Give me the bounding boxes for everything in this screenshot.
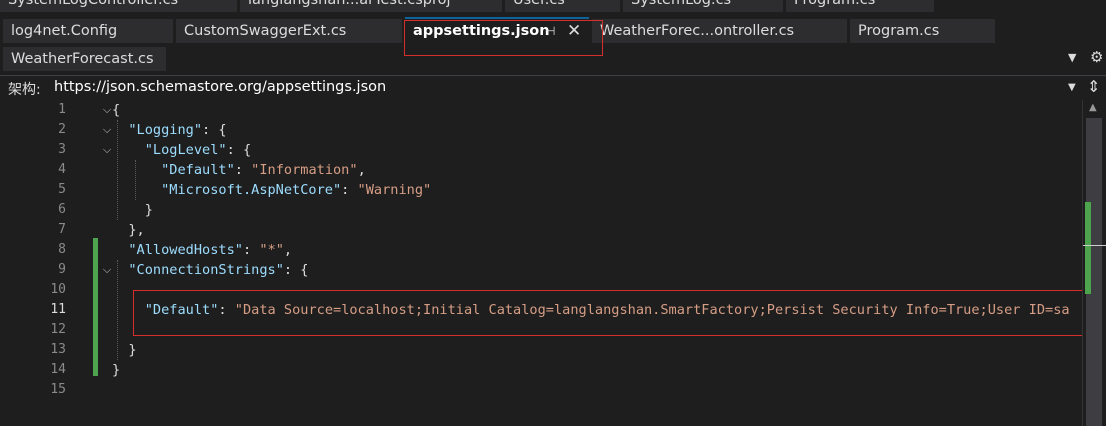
code-line[interactable]: }, xyxy=(112,220,1072,240)
code-line[interactable]: "Default": "Information", xyxy=(112,160,1072,180)
tab-appsettings[interactable]: appsettings.json ⊣ ✕ xyxy=(405,17,589,43)
tab-label: langlangshan...arTest.csproj xyxy=(248,0,451,8)
schema-bar: 架构: https://json.schemastore.org/appsett… xyxy=(0,75,1106,100)
line-number: 12 xyxy=(50,322,66,337)
tab-label: SystemLog.cs xyxy=(631,0,732,8)
split-editor-icon[interactable]: ⇕ xyxy=(1087,77,1100,96)
code-editor[interactable]: ⌵ ⌵ ⌵ ⌵ 1 2 3 4 5 6 7 8 9 10 11 12 13 14 15 { "Logging… xyxy=(0,100,1094,426)
tab-systemlogcontroller[interactable]: SystemLogController.cs xyxy=(0,0,237,12)
line-number: 13 xyxy=(50,342,66,357)
tab-row-2: log4net.Config CustomSwaggerExt.cs appse… xyxy=(0,17,1000,43)
line-number: 1 xyxy=(58,102,66,117)
scrollbar-change-marker xyxy=(1085,202,1091,294)
tab-row-3: WeatherForecast.cs ▼ ⚙ xyxy=(0,47,1106,71)
schema-dropdown-icon[interactable]: ▼ xyxy=(1068,82,1076,93)
line-number: 4 xyxy=(58,162,66,177)
tab-label: CustomSwaggerExt.cs xyxy=(184,23,347,39)
tab-label: appsettings.json xyxy=(413,23,550,39)
code-line[interactable]: { xyxy=(112,100,1072,120)
tab-program-2[interactable]: Program.cs xyxy=(850,19,995,43)
close-icon[interactable]: ✕ xyxy=(567,19,581,43)
line-number: 3 xyxy=(58,142,66,157)
line-number: 2 xyxy=(58,122,66,137)
code-line[interactable]: } xyxy=(112,360,1072,380)
tab-label: User.cs xyxy=(513,0,565,8)
tab-csproj[interactable]: langlangshan...arTest.csproj xyxy=(240,0,502,12)
code-line[interactable]: "AllowedHosts": "*", xyxy=(112,240,1072,260)
change-bar xyxy=(93,238,98,376)
line-number: 9 xyxy=(58,262,66,277)
schema-url[interactable]: https://json.schemastore.org/appsettings… xyxy=(54,79,386,95)
tab-label: Program.cs xyxy=(858,23,940,39)
code-line[interactable]: "LogLevel": { xyxy=(112,140,1072,160)
code-line[interactable]: "Default": "Data Source=localhost;Initia… xyxy=(112,300,1072,320)
tab-weatherforecastcontroller[interactable]: WeatherForec...ontroller.cs xyxy=(592,19,847,43)
tab-weatherforecast[interactable]: WeatherForecast.cs xyxy=(3,47,166,71)
code-line[interactable]: } xyxy=(112,200,1072,220)
schema-label: 架构: xyxy=(8,82,41,98)
tab-label: WeatherForecast.cs xyxy=(11,51,154,67)
code-line[interactable]: "Logging": { xyxy=(112,120,1072,140)
line-number: 5 xyxy=(58,182,66,197)
line-number: 10 xyxy=(50,282,66,297)
line-number: 6 xyxy=(58,202,66,217)
gear-icon[interactable]: ⚙ xyxy=(1090,48,1103,66)
scroll-up-icon[interactable]: ▲ xyxy=(1089,102,1097,113)
line-number: 11 xyxy=(50,302,66,317)
tab-label: Program.cs xyxy=(794,0,876,8)
code-line[interactable]: "Microsoft.AspNetCore": "Warning" xyxy=(112,180,1072,200)
chevron-down-icon[interactable]: ▼ xyxy=(1068,51,1076,64)
tab-customswaggerext[interactable]: CustomSwaggerExt.cs xyxy=(176,19,402,43)
vertical-scrollbar[interactable]: ▲ xyxy=(1082,100,1106,426)
tab-user[interactable]: User.cs xyxy=(505,0,620,12)
code-line[interactable]: } xyxy=(112,340,1072,360)
pin-icon[interactable]: ⊣ xyxy=(545,19,555,43)
line-number: 14 xyxy=(50,362,66,377)
tab-program-1[interactable]: Program.cs xyxy=(786,0,934,12)
tab-label: SystemLogController.cs xyxy=(8,0,179,8)
tab-row-1: SystemLogController.cs langlangshan...ar… xyxy=(0,0,935,12)
tab-log4net[interactable]: log4net.Config xyxy=(3,19,173,43)
line-number: 15 xyxy=(50,382,66,397)
line-number: 8 xyxy=(58,242,66,257)
line-number: 7 xyxy=(58,222,66,237)
scrollbar-caret-marker xyxy=(1083,245,1106,246)
code-line[interactable]: "ConnectionStrings": { xyxy=(112,260,1072,280)
tab-label: WeatherForec...ontroller.cs xyxy=(600,23,795,39)
tab-systemlog[interactable]: SystemLog.cs xyxy=(623,0,783,12)
tab-label: log4net.Config xyxy=(11,23,118,39)
